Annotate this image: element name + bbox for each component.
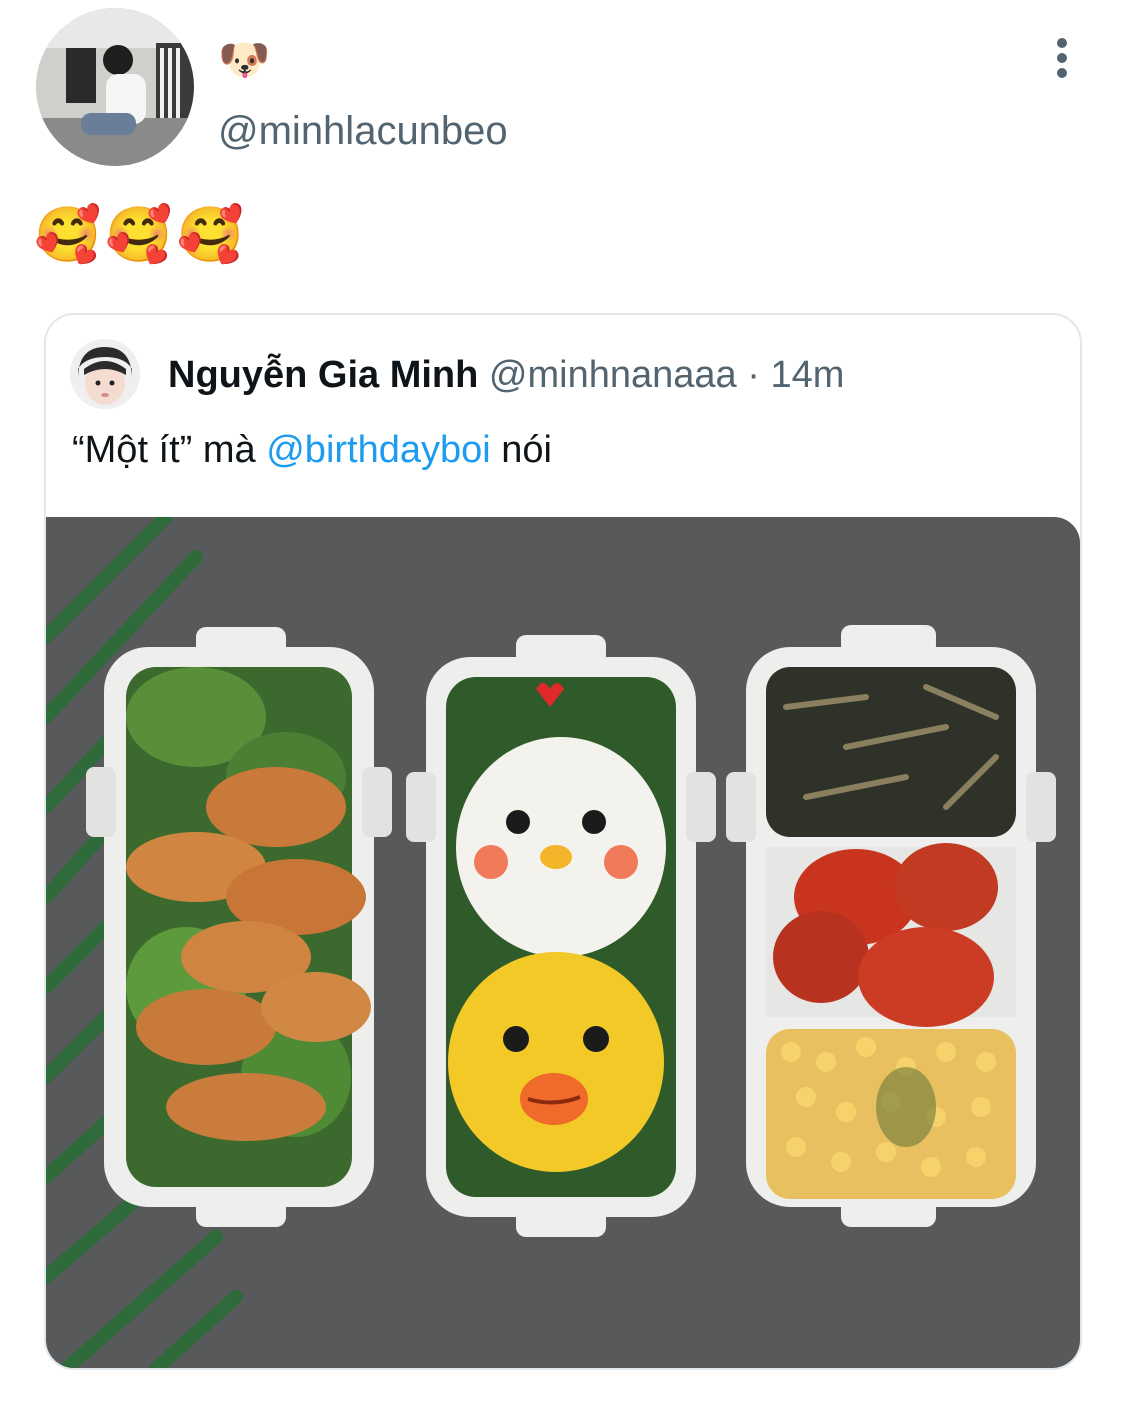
quoted-tweet-text: “Một ít” mà @birthdayboi nói (72, 425, 552, 475)
author-handle[interactable]: @minhlacunbeo (218, 108, 508, 154)
tweet-text: 🥰🥰🥰 (34, 205, 248, 265)
more-vertical-icon[interactable] (1040, 32, 1084, 84)
quoted-tweet-header: Nguyễn Gia Minh @minhnanaaa · 14m (168, 353, 844, 397)
quoted-tweet-separator: · (747, 354, 760, 396)
quoted-tweet-time[interactable]: 14m (770, 354, 844, 396)
quoted-tweet[interactable]: Nguyễn Gia Minh @minhnanaaa · 14m “Một í… (44, 313, 1082, 1370)
avatar[interactable] (36, 8, 194, 166)
author-display-name[interactable]: 🐶 (218, 38, 270, 82)
quoted-tweet-avatar[interactable] (70, 339, 140, 409)
mention-link[interactable]: @birthdayboi (266, 429, 490, 471)
tweet: 🐶 @minhlacunbeo 🥰🥰🥰 Nguyễn Gia Minh @min… (0, 0, 1125, 1402)
quoted-tweet-photo[interactable] (46, 517, 1080, 1368)
quoted-text-before: “Một ít” mà (72, 429, 267, 471)
quoted-tweet-handle[interactable]: @minhnanaaa (489, 354, 737, 396)
quoted-text-after: nói (490, 429, 552, 471)
quoted-tweet-name[interactable]: Nguyễn Gia Minh (168, 354, 478, 396)
